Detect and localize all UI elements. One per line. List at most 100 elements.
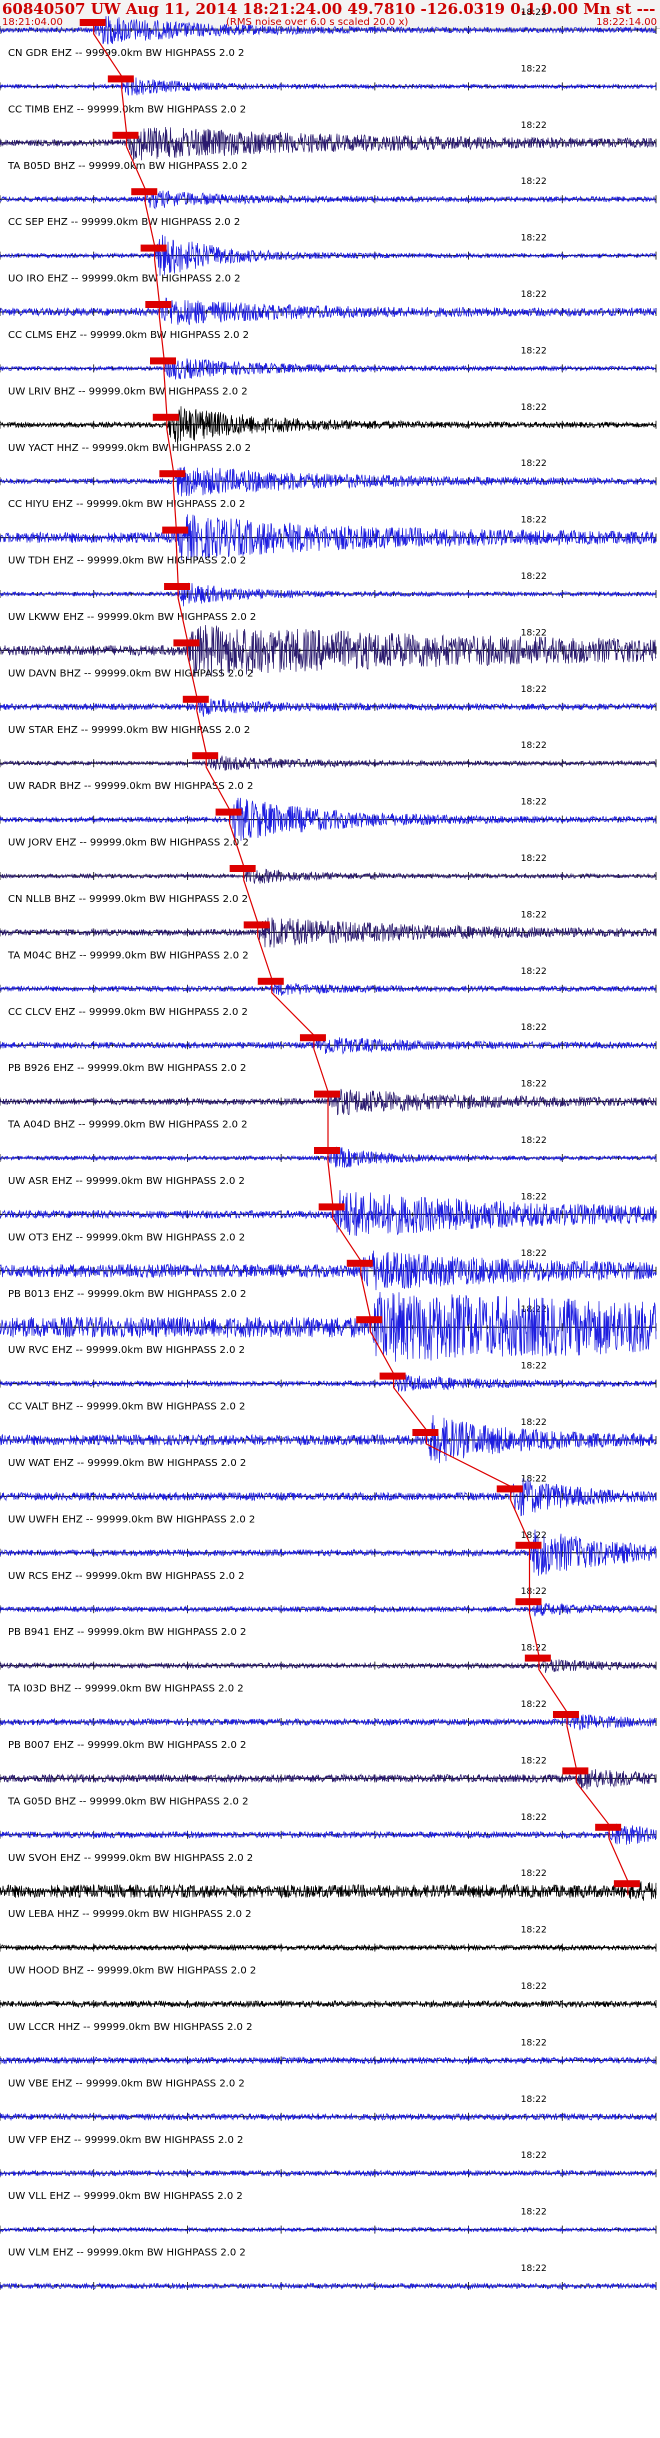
trace-row: 18:22 TA M04C BHZ -- 99999.0km BW HIGHPAS…	[0, 910, 657, 961]
pick-marker	[356, 1316, 383, 1324]
pick-marker	[412, 1429, 439, 1436]
trace-row: 18:22 UW WAT EHZ -- 99999.0km BW HIGHPASS…	[0, 1415, 657, 1469]
pick-marker	[164, 583, 191, 590]
trace-row: 18:22 UW LCCR HHZ -- 99999.0km BW HIGHPAS…	[0, 1982, 657, 2033]
station-label: TA M04C BHZ -- 99999.0km BW HIGHPASS 2.0…	[7, 950, 249, 961]
waveform	[0, 1943, 657, 1952]
trace-row: 18:22UW RADR BHZ -- 99999.0km BW HIGHPAS…	[0, 741, 657, 792]
waveform	[0, 1478, 657, 1517]
trace-row: 18:22 CC CLMS EHZ -- 99999.0km BW HIGHPAS…	[0, 290, 657, 341]
minute-tick-label: 18:22	[521, 2038, 547, 2048]
trace-row: 18:22 UO IRO EHZ -- 99999.0km BW HIGHPASS…	[0, 234, 657, 285]
minute-tick-label: 18:22	[521, 685, 547, 695]
trace-row: 18:22 UW LRIV BHZ -- 99999.0km BW HIGHPAS…	[0, 346, 657, 397]
minute-tick-label: 18:22	[521, 2095, 547, 2105]
pick-marker	[515, 1541, 542, 1549]
station-label: UW LRIV BHZ -- 99999.0km BW HIGHPASS 2.0…	[8, 386, 248, 397]
pick-marker	[215, 808, 242, 816]
minute-tick-label: 18:22	[521, 1982, 547, 1992]
minute-tick-label: 18:22	[521, 1418, 547, 1428]
station-label: UW ASR EHZ -- 99999.0km BW HIGHPASS 2.0 …	[8, 1176, 245, 1187]
minute-tick-label: 18:22	[521, 403, 547, 413]
station-label: UW LKWW EHZ -- 99999.0km BW HIGHPASS 2.0…	[8, 612, 256, 623]
minute-tick-label: 18:22	[521, 290, 547, 300]
pick-marker	[152, 413, 179, 421]
trace-row: 18:22	[0, 2264, 657, 2290]
seismogram-plot: 18:22 CN GDR EHZ -- 99999.0km BW HIGHPASS…	[0, 8, 657, 2290]
minute-tick-label: 18:22	[521, 741, 547, 751]
pick-marker	[150, 357, 176, 365]
pick-marker	[182, 695, 209, 703]
station-label: UW STAR EHZ -- 99999.0km BW HIGHPASS 2.0…	[8, 725, 250, 736]
waveform	[0, 1190, 657, 1236]
trace-row: 18:22 UW SVOH EHZ -- 99999.0km BW HIGHPAS…	[0, 1813, 657, 1864]
station-label: UW UWFH EHZ -- 99999.0km BW HIGHPASS 2.0…	[8, 1514, 255, 1525]
minute-tick-label: 18:22	[521, 8, 547, 18]
minute-tick-label: 18:22	[521, 64, 547, 74]
minute-tick-label: 18:22	[521, 1474, 547, 1484]
waveform	[0, 582, 657, 607]
station-label: TA A04D BHZ -- 99999.0km BW HIGHPASS 2.0…	[7, 1120, 248, 1131]
pick-marker	[140, 244, 167, 252]
minute-tick-label: 18:22	[521, 572, 547, 582]
minute-tick-label: 18:22	[521, 1023, 547, 1033]
minute-tick-label: 18:22	[521, 2151, 547, 2161]
pick-marker	[192, 752, 219, 760]
pick-marker	[379, 1372, 406, 1380]
trace-row: 18:22 UW OT3 EHZ -- 99999.0km BW HIGHPASS…	[0, 1190, 657, 1243]
trace-row: 18:22 UW YACT HHZ -- 99999.0km BW HIGHPAS…	[0, 403, 657, 454]
trace-row: 18:22 UW TDH EHZ -- 99999.0km BW HIGHPASS…	[0, 514, 657, 567]
station-label: PB B013 EHZ -- 99999.0km BW HIGHPASS 2.0…	[8, 1289, 246, 1300]
waveform	[0, 1529, 657, 1576]
trace-row: 18:22 UW HOOD BHZ -- 99999.0km BW HIGHPAS…	[0, 1926, 657, 1977]
trace-row: 18:22 CN NLLB BHZ -- 99999.0km BW HIGHPAS…	[0, 854, 657, 905]
minute-tick-label: 18:22	[521, 459, 547, 469]
minute-tick-label: 18:22	[521, 1813, 547, 1823]
minute-tick-label: 18:22	[521, 516, 547, 526]
trace-row: 18:22UW RCS EHZ -- 99999.0km BW HIGHPASS…	[0, 1529, 657, 1582]
station-label: UW VBE EHZ -- 99999.0km BW HIGHPASS 2.0 …	[8, 2078, 245, 2089]
pick-marker	[552, 1711, 579, 1718]
station-label: CC HIYU EHZ -- 99999.0km BW HIGHPASS 2.0…	[8, 499, 245, 510]
minute-tick-label: 18:22	[521, 1362, 547, 1372]
trace-row: 18:22 PB B926 EHZ -- 99999.0km BW HIGHPAS…	[0, 1023, 657, 1074]
trace-row: 18:22 CC VALT BHZ -- 99999.0km BW HIGHPAS…	[0, 1362, 657, 1413]
station-label: UW YACT HHZ -- 99999.0km BW HIGHPASS 2.0…	[8, 443, 251, 454]
trace-row: 18:22 CC TIMB EHZ -- 99999.0km BW HIGHPAS…	[0, 64, 657, 115]
waveform	[0, 698, 657, 717]
station-label: UW VLM EHZ -- 99999.0km BW HIGHPASS 2.0 …	[8, 2248, 246, 2259]
minute-tick-label: 18:22	[521, 1700, 547, 1710]
minute-tick-label: 18:22	[521, 910, 547, 920]
station-label: UW VLL EHZ -- 99999.0km BW HIGHPASS 2.0 …	[8, 2191, 243, 2202]
pick-marker	[107, 75, 134, 83]
pick-marker	[79, 19, 106, 26]
minute-tick-label: 18:22	[521, 1249, 547, 1259]
trace-row: 18:22 UW JORV EHZ -- 99999.0km BW HIGHPAS…	[0, 798, 657, 849]
pick-marker	[112, 131, 139, 139]
trace-row: 18:22 TA I03D BHZ -- 99999.0km BW HIGHPAS…	[0, 1644, 657, 1695]
station-label: CC CLCV EHZ -- 99999.0km BW HIGHPASS 2.0…	[8, 1007, 248, 1018]
waveform	[0, 868, 657, 884]
station-label: PB B007 EHZ -- 99999.0km BW HIGHPASS 2.0…	[8, 1740, 246, 1751]
station-label: UW RVC EHZ -- 99999.0km BW HIGHPASS 2.0 …	[8, 1345, 245, 1356]
trace-row: 18:22 UW VBE EHZ -- 99999.0km BW HIGHPASS…	[0, 2038, 657, 2089]
minute-tick-label: 18:22	[521, 1756, 547, 1766]
minute-tick-label: 18:22	[521, 2264, 547, 2274]
trace-row: 18:22UW RVC EHZ -- 99999.0km BW HIGHPASS…	[0, 1291, 657, 1362]
pick-marker	[257, 977, 284, 985]
trace-row: 18:22 CC HIYU EHZ -- 99999.0km BW HIGHPAS…	[0, 459, 657, 510]
minute-tick-label: 18:22	[521, 854, 547, 864]
station-label: UW OT3 EHZ -- 99999.0km BW HIGHPASS 2.0 …	[8, 1232, 245, 1243]
trace-row: 18:22 CC SEP EHZ -- 99999.0km BW HIGHPASS…	[0, 177, 657, 228]
waveform	[0, 406, 657, 445]
pick-marker	[159, 470, 186, 478]
station-label: TA G05D BHZ -- 99999.0km BW HIGHPASS 2.0…	[7, 1796, 248, 1807]
minute-tick-label: 18:22	[521, 798, 547, 808]
minute-tick-label: 18:22	[521, 1926, 547, 1936]
waveform	[0, 1415, 657, 1464]
station-label: CN NLLB BHZ -- 99999.0km BW HIGHPASS 2.0…	[8, 894, 248, 905]
trace-row: 18:22 UW LEBA HHZ -- 99999.0km BW HIGHPAS…	[0, 1869, 657, 1920]
minute-tick-label: 18:22	[521, 1644, 547, 1654]
pick-marker	[243, 921, 270, 929]
trace-row: 18:22 UW LKWW EHZ -- 99999.0km BW HIGHPAS…	[0, 572, 657, 623]
